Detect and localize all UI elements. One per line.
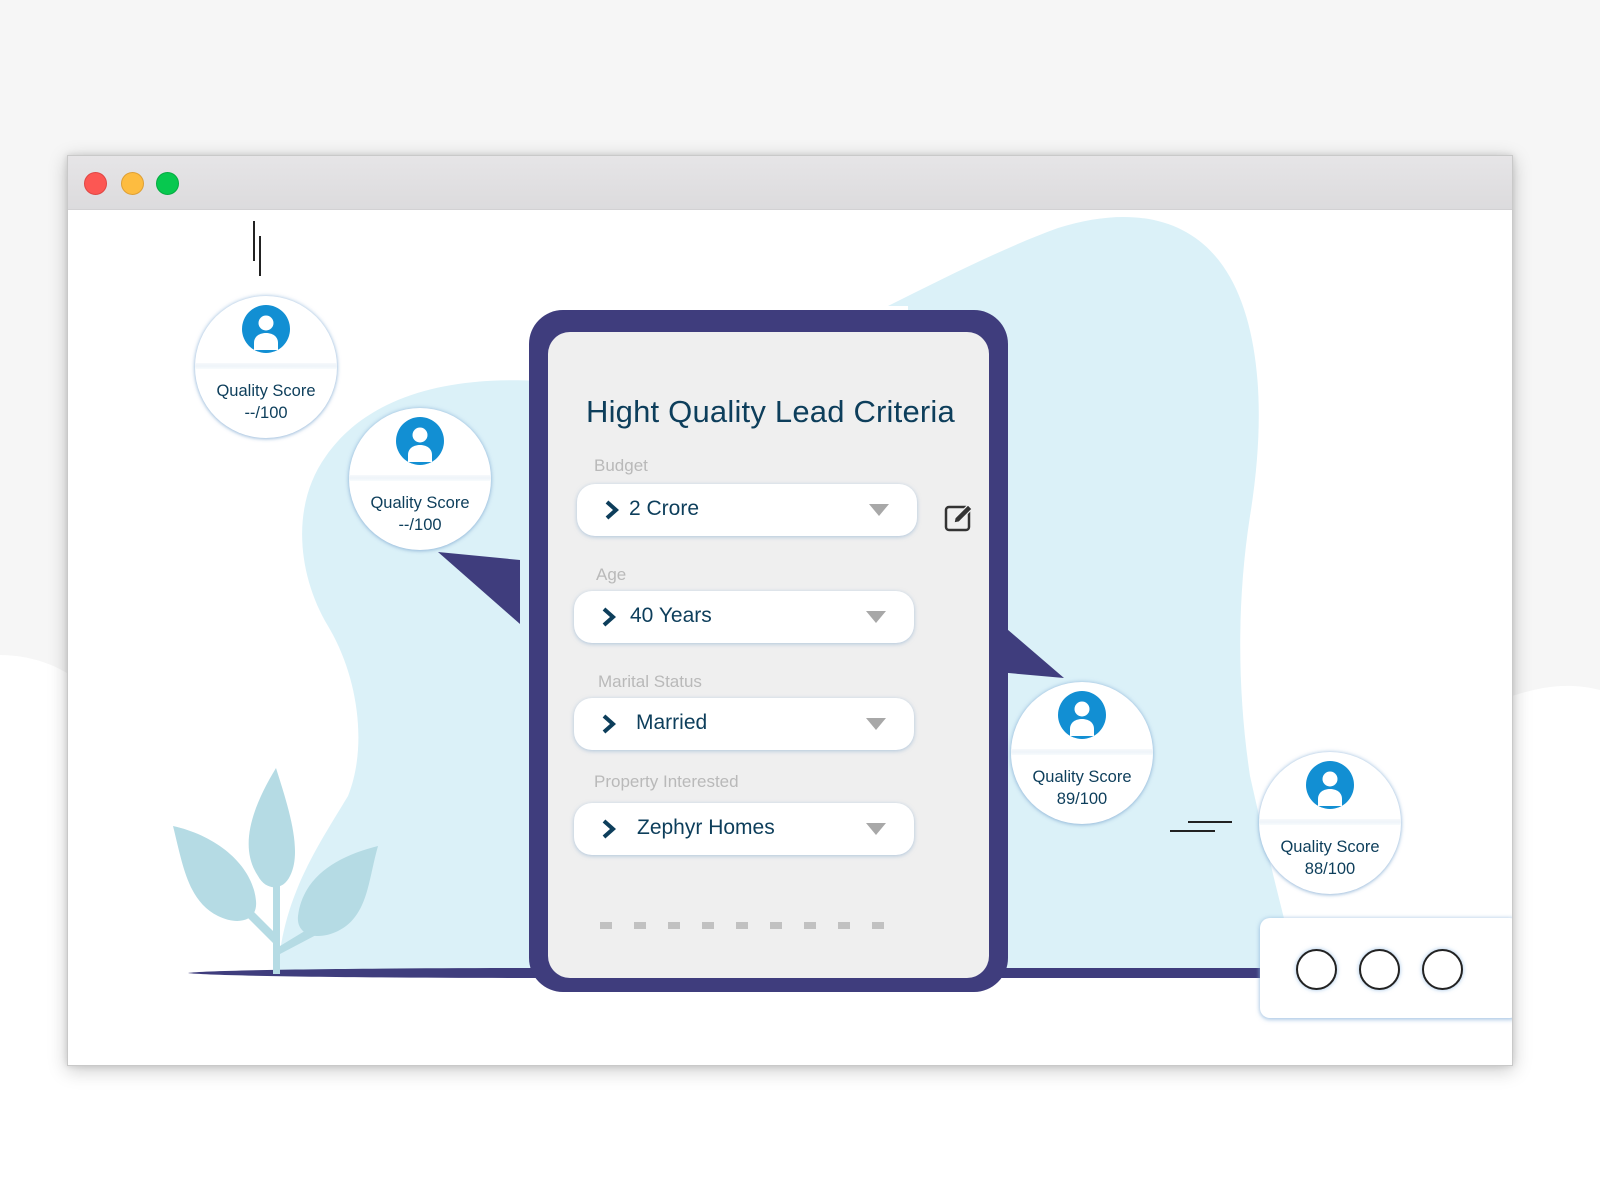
quality-score-label: Quality Score (1032, 768, 1132, 786)
age-label: Age (596, 565, 627, 584)
pagination-dot[interactable] (804, 922, 816, 929)
pagination-dot[interactable] (668, 922, 680, 929)
edit-pencil-icon[interactable] (944, 502, 974, 532)
bubble-divider (1011, 749, 1153, 755)
pagination-dot[interactable] (872, 922, 884, 929)
dropdown-caret-icon (869, 504, 889, 516)
lead-score-bubble[interactable]: Quality Score --/100 (195, 296, 337, 438)
decorative-line (1188, 821, 1232, 823)
dropdown-caret-icon (866, 718, 886, 730)
pagination-dot[interactable] (838, 922, 850, 929)
option-panel (1260, 918, 1512, 1018)
option-radio-button[interactable] (1359, 949, 1400, 990)
lead-criteria-card: Hight Quality Lead Criteria Budget 2 Cro… (548, 332, 989, 978)
lead-criteria-device: Hight Quality Lead Criteria Budget 2 Cro… (529, 310, 1008, 992)
quality-score-value: --/100 (244, 404, 288, 422)
age-select[interactable]: 40 Years (574, 591, 914, 643)
quality-score-value: --/100 (398, 516, 442, 534)
pagination-dot[interactable] (736, 922, 748, 929)
user-avatar-icon (396, 417, 444, 465)
quality-score-label: Quality Score (1280, 838, 1380, 856)
quality-score-label: Quality Score (370, 494, 470, 512)
decorative-line (259, 236, 261, 276)
user-avatar-icon (1306, 761, 1354, 809)
chevron-right-icon (605, 500, 619, 520)
option-radio-button[interactable] (1296, 949, 1337, 990)
bubble-divider (195, 363, 337, 369)
chevron-right-icon (602, 607, 616, 627)
property-interested-label: Property Interested (594, 772, 739, 791)
marital-status-label: Marital Status (598, 672, 702, 691)
pagination-dot[interactable] (702, 922, 714, 929)
marital-status-value: Married (636, 711, 708, 734)
budget-value: 2 Crore (629, 497, 700, 520)
pagination-dot[interactable] (634, 922, 646, 929)
marital-status-select[interactable]: Married (574, 698, 914, 750)
pagination-dot[interactable] (770, 922, 782, 929)
quality-score-value: 88/100 (1304, 860, 1356, 878)
chevron-right-icon (602, 819, 616, 839)
user-avatar-icon (242, 305, 290, 353)
decorative-line (253, 221, 255, 261)
browser-window: Hight Quality Lead Criteria Budget 2 Cro… (67, 155, 1513, 1066)
decorative-line (1170, 830, 1215, 832)
age-value: 40 Years (630, 604, 712, 627)
property-interested-select[interactable]: Zephyr Homes (574, 803, 914, 855)
lead-score-bubble[interactable]: Quality Score --/100 (349, 408, 491, 550)
lead-score-bubble[interactable]: Quality Score 88/100 (1259, 752, 1401, 894)
lead-score-bubble[interactable]: Quality Score 89/100 (1011, 682, 1153, 824)
option-radio-button[interactable] (1422, 949, 1463, 990)
dropdown-caret-icon (866, 611, 886, 623)
budget-label: Budget (594, 456, 648, 475)
quality-score-value: 89/100 (1056, 790, 1108, 808)
chevron-right-icon (602, 714, 616, 734)
pagination-dot[interactable] (600, 922, 612, 929)
property-interested-value: Zephyr Homes (637, 816, 775, 839)
pagination-dots (600, 922, 884, 929)
budget-select[interactable]: 2 Crore (577, 484, 917, 536)
quality-score-label: Quality Score (216, 382, 316, 400)
bubble-divider (349, 475, 491, 481)
user-avatar-icon (1058, 691, 1106, 739)
card-title: Hight Quality Lead Criteria (586, 394, 955, 429)
dropdown-caret-icon (866, 823, 886, 835)
bubble-divider (1259, 819, 1401, 825)
